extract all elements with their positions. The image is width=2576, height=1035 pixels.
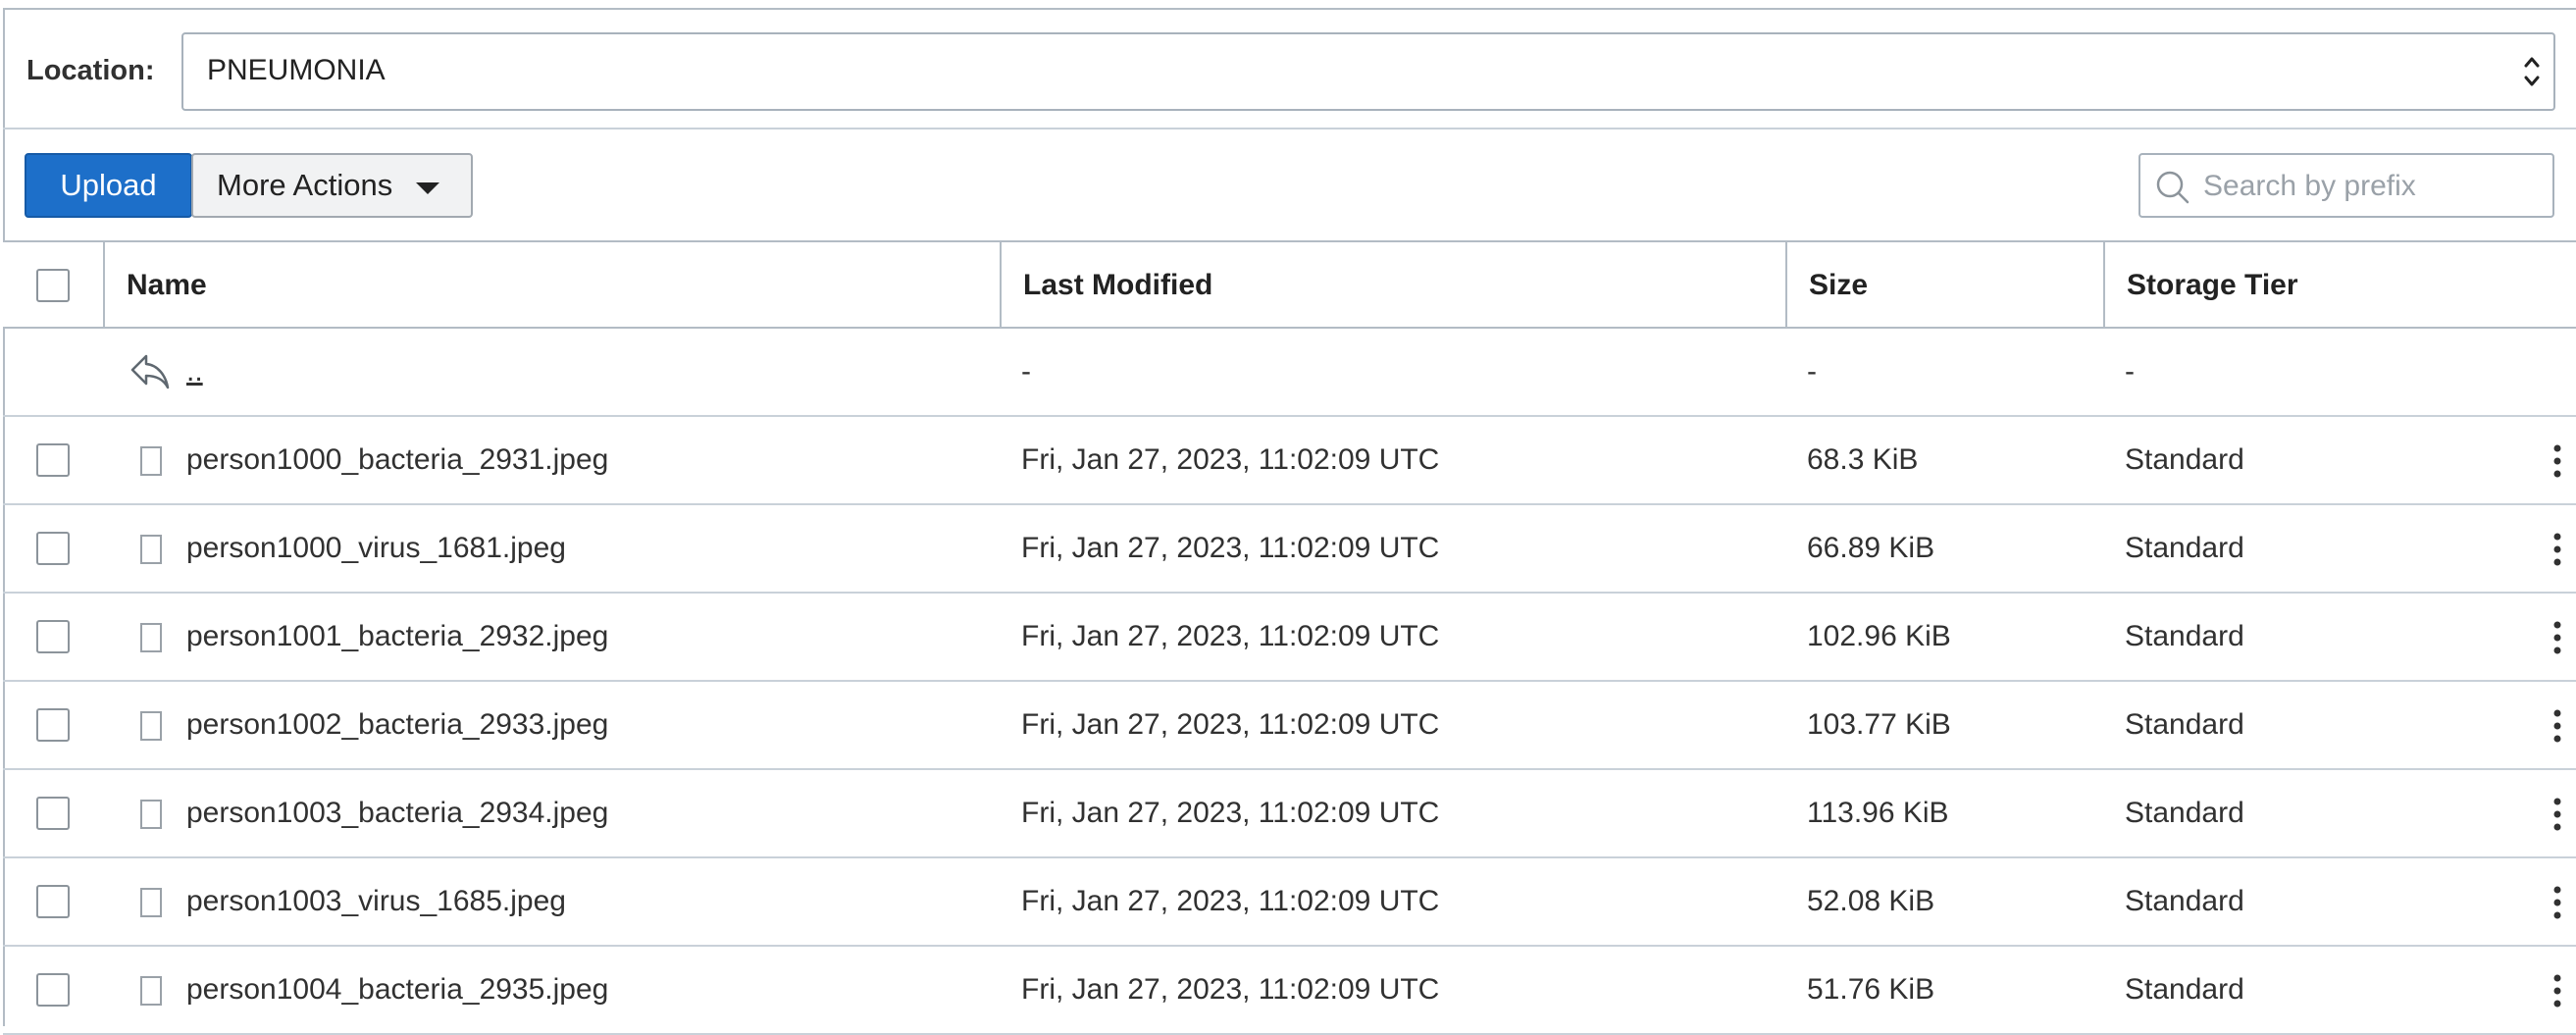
cell-storage-tier: Standard <box>2125 443 2244 476</box>
kebab-menu-icon[interactable] <box>2551 973 2563 1009</box>
cell-size: 51.76 KiB <box>1807 973 1935 1006</box>
column-header-storage-tier[interactable]: Storage Tier <box>2103 242 2576 329</box>
location-select[interactable]: PNEUMONIA <box>181 32 2555 111</box>
cell-size: 52.08 KiB <box>1807 885 1935 917</box>
row-checkbox[interactable] <box>36 620 70 653</box>
reply-arrow-icon <box>130 354 170 389</box>
table-row: person1000_bacteria_2931.jpeg Fri, Jan 2… <box>3 417 2576 505</box>
header-select-cell <box>3 242 103 329</box>
cell-storage-tier: Standard <box>2125 708 2244 741</box>
location-value: PNEUMONIA <box>207 54 386 86</box>
kebab-menu-icon[interactable] <box>2551 797 2563 832</box>
table-row: person1003_virus_1685.jpeg Fri, Jan 27, … <box>3 858 2576 947</box>
cell-size: 68.3 KiB <box>1807 443 1919 476</box>
kebab-menu-icon[interactable] <box>2551 532 2563 567</box>
file-icon <box>140 888 162 917</box>
cell-storage-tier: Standard <box>2125 797 2244 829</box>
select-all-checkbox[interactable] <box>36 269 70 302</box>
column-header-size[interactable]: Size <box>1785 242 2106 329</box>
cell-size: 113.96 KiB <box>1807 797 1949 829</box>
search-input[interactable] <box>2201 163 2539 210</box>
row-checkbox[interactable] <box>36 885 70 918</box>
file-icon <box>140 623 162 652</box>
cell-name[interactable]: person1002_bacteria_2933.jpeg <box>186 682 608 768</box>
cell-storage-tier: Standard <box>2125 885 2244 917</box>
cell-name[interactable]: person1000_virus_1681.jpeg <box>186 505 566 592</box>
cell-size: 66.89 KiB <box>1807 532 1935 564</box>
upload-button[interactable]: Upload <box>25 153 192 218</box>
cell-storage-tier: - <box>2125 355 2135 388</box>
column-header-last-modified[interactable]: Last Modified <box>1000 242 1788 329</box>
file-icon <box>140 711 162 741</box>
row-checkbox[interactable] <box>36 708 70 742</box>
table-row: person1000_virus_1681.jpeg Fri, Jan 27, … <box>3 505 2576 594</box>
row-checkbox[interactable] <box>36 797 70 830</box>
file-icon <box>140 446 162 476</box>
cell-last-modified: Fri, Jan 27, 2023, 11:02:09 UTC <box>1021 708 1440 741</box>
table-row: person1001_bacteria_2932.jpeg Fri, Jan 2… <box>3 594 2576 682</box>
table-header: Name Last Modified Size Storage Tier <box>3 240 2576 329</box>
kebab-menu-icon[interactable] <box>2551 885 2563 920</box>
more-actions-label: More Actions <box>217 168 393 202</box>
cell-last-modified: Fri, Jan 27, 2023, 11:02:09 UTC <box>1021 885 1440 917</box>
cell-size: 103.77 KiB <box>1807 708 1951 741</box>
cell-last-modified: Fri, Jan 27, 2023, 11:02:09 UTC <box>1021 620 1440 652</box>
cell-size: 102.96 KiB <box>1807 620 1951 652</box>
cell-size: - <box>1807 355 1817 388</box>
cell-name[interactable]: person1000_bacteria_2931.jpeg <box>186 417 608 503</box>
row-checkbox[interactable] <box>36 973 70 1007</box>
cell-last-modified: Fri, Jan 27, 2023, 11:02:09 UTC <box>1021 443 1440 476</box>
cell-name[interactable]: person1003_virus_1685.jpeg <box>186 858 566 945</box>
table-row: person1003_bacteria_2934.jpeg Fri, Jan 2… <box>3 770 2576 858</box>
cell-name[interactable]: person1003_bacteria_2934.jpeg <box>186 770 608 856</box>
table-row-parent: .. - - - <box>3 329 2576 417</box>
file-icon <box>140 800 162 829</box>
location-label: Location: <box>26 55 155 86</box>
search-box[interactable] <box>2138 153 2554 218</box>
cell-name[interactable]: person1004_bacteria_2935.jpeg <box>186 947 608 1033</box>
column-header-name[interactable]: Name <box>103 242 1003 329</box>
search-icon <box>2156 171 2190 204</box>
objects-table: Name Last Modified Size Storage Tier .. … <box>3 240 2576 1035</box>
cell-last-modified: Fri, Jan 27, 2023, 11:02:09 UTC <box>1021 532 1440 564</box>
cell-storage-tier: Standard <box>2125 973 2244 1006</box>
cell-last-modified: Fri, Jan 27, 2023, 11:02:09 UTC <box>1021 973 1440 1006</box>
parent-folder-link[interactable]: .. <box>186 355 203 388</box>
kebab-menu-icon[interactable] <box>2551 708 2563 744</box>
cell-storage-tier: Standard <box>2125 532 2244 564</box>
location-bar: Location: PNEUMONIA <box>3 10 2576 129</box>
kebab-menu-icon[interactable] <box>2551 620 2563 655</box>
chevron-up-down-icon <box>2524 57 2540 86</box>
caret-down-icon <box>416 182 439 194</box>
row-checkbox[interactable] <box>36 443 70 477</box>
file-icon <box>140 976 162 1006</box>
table-row: person1004_bacteria_2935.jpeg Fri, Jan 2… <box>3 947 2576 1035</box>
cell-last-modified: Fri, Jan 27, 2023, 11:02:09 UTC <box>1021 797 1440 829</box>
more-actions-button[interactable]: More Actions <box>191 153 473 218</box>
cell-name[interactable]: person1001_bacteria_2932.jpeg <box>186 594 608 680</box>
table-row: person1002_bacteria_2933.jpeg Fri, Jan 2… <box>3 682 2576 770</box>
file-icon <box>140 535 162 564</box>
kebab-menu-icon[interactable] <box>2551 443 2563 479</box>
row-checkbox[interactable] <box>36 532 70 565</box>
cell-storage-tier: Standard <box>2125 620 2244 652</box>
cell-last-modified: - <box>1021 355 1031 388</box>
